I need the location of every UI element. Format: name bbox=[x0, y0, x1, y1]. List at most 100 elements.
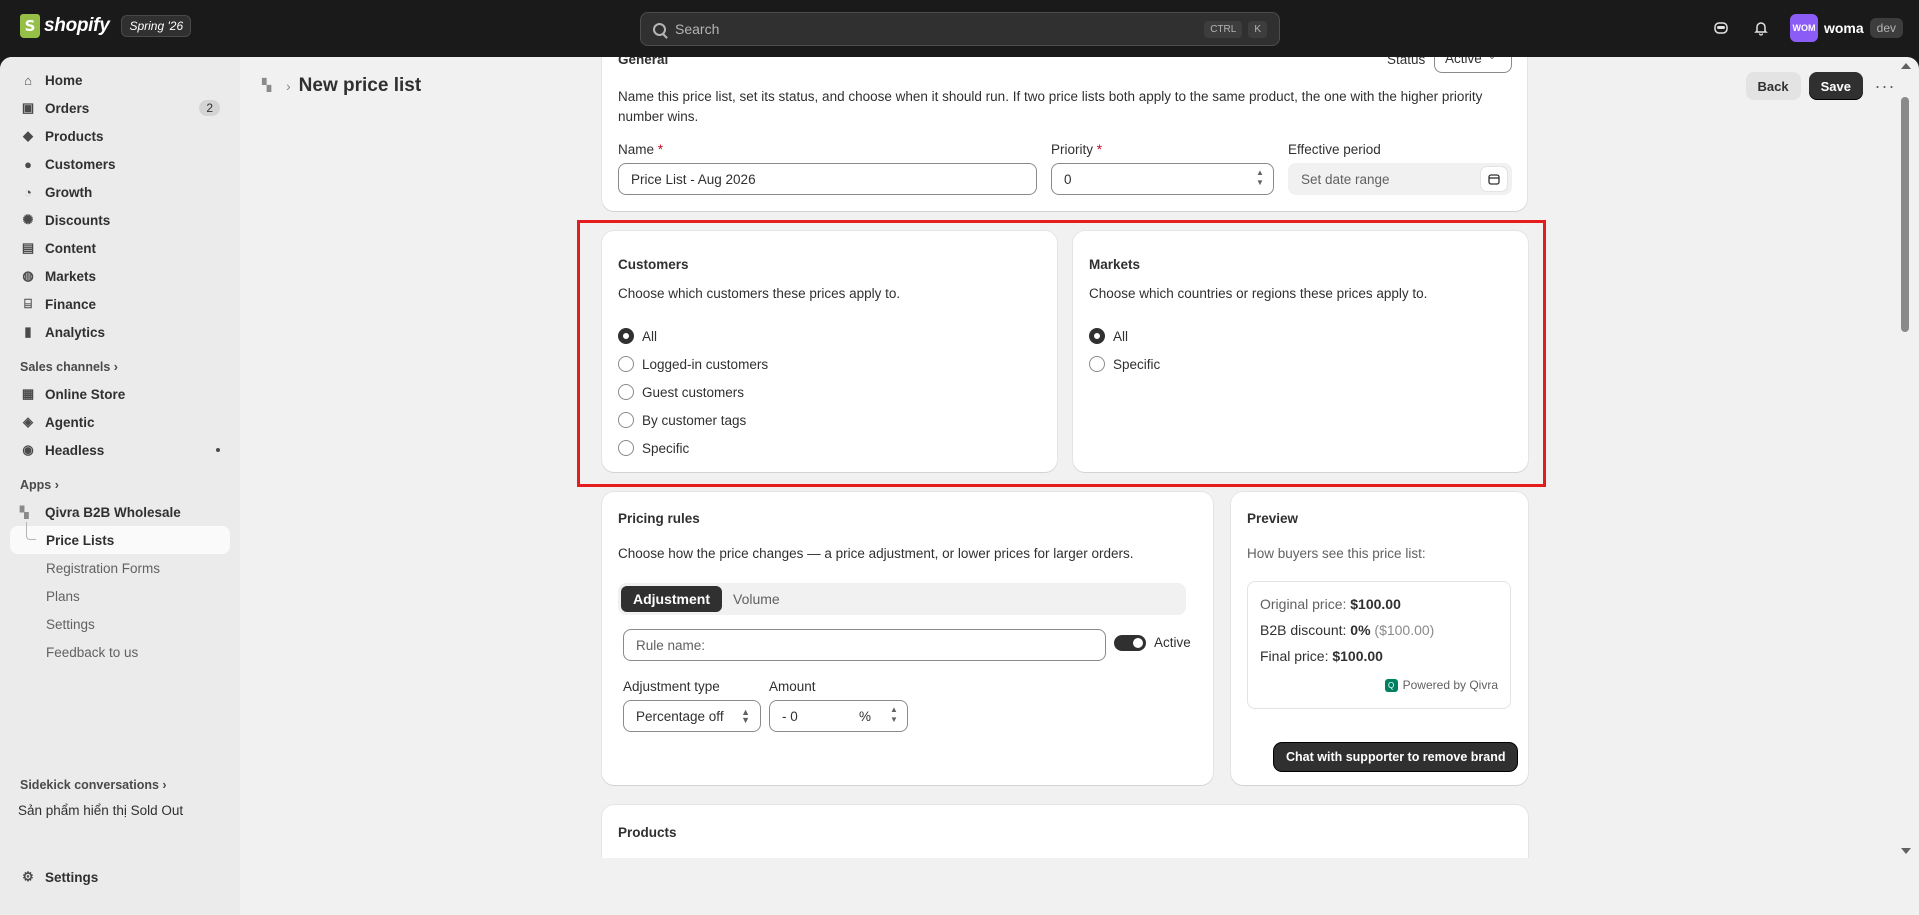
customers-radio-guest[interactable]: Guest customers bbox=[618, 384, 744, 400]
avatar: WOM bbox=[1789, 14, 1818, 42]
status-select[interactable]: Active⌄ bbox=[1434, 57, 1512, 73]
sidebar-item-markets[interactable]: ◍ Markets bbox=[10, 262, 230, 290]
sidebar-item-customers[interactable]: ● Customers bbox=[10, 150, 230, 178]
sidekick-conversation-item[interactable]: Sản phẩm hiển thị Sold Out bbox=[18, 803, 183, 818]
headless-icon: ◉ bbox=[22, 442, 34, 457]
customers-radio-all[interactable]: All bbox=[618, 328, 657, 344]
home-icon: ⌂ bbox=[24, 72, 32, 88]
kbd-k: K bbox=[1248, 20, 1267, 38]
sidekick-icon[interactable] bbox=[1710, 17, 1732, 39]
customers-title: Customers bbox=[618, 257, 689, 272]
customers-radio-logged-in[interactable]: Logged-in customers bbox=[618, 356, 768, 372]
preview-title: Preview bbox=[1247, 511, 1299, 526]
amount-label: Amount bbox=[769, 679, 816, 694]
date-range-input[interactable]: Set date range bbox=[1288, 163, 1512, 195]
chat-supporter-button[interactable]: Chat with supporter to remove brand bbox=[1274, 743, 1518, 771]
tab-volume[interactable]: Volume bbox=[721, 586, 792, 612]
original-price: Original price: $100.00 bbox=[1260, 596, 1401, 612]
sidebar: ⌂ Home ▣ Orders 2 ◆ Products ● Customers ◔ Gro… bbox=[0, 57, 240, 915]
customers-radio-tags[interactable]: By customer tags bbox=[618, 412, 746, 428]
dev-badge: dev bbox=[1869, 18, 1903, 38]
final-price: Final price: $100.00 bbox=[1260, 648, 1383, 664]
bell-icon[interactable] bbox=[1750, 17, 1772, 39]
orders-count-badge: 2 bbox=[199, 100, 220, 116]
status-label: Status bbox=[1387, 57, 1426, 67]
account-name: woma bbox=[1823, 20, 1864, 36]
scroll-up-arrow[interactable] bbox=[1901, 63, 1911, 69]
markets-card: Markets Choose which countries or region… bbox=[1073, 231, 1528, 472]
main-content: General Status Active⌄ Name this price l… bbox=[240, 57, 1892, 858]
sidebar-sub-feedback[interactable]: Feedback to us bbox=[10, 638, 230, 666]
search-bar[interactable]: Search CTRL K bbox=[640, 12, 1280, 46]
headless-dot bbox=[216, 448, 220, 452]
search-placeholder: Search bbox=[675, 21, 720, 37]
sidebar-item-online-store[interactable]: ▦ Online Store bbox=[10, 380, 230, 408]
sidebar-item-discounts[interactable]: ✺ Discounts bbox=[10, 206, 230, 234]
content-icon: ▤ bbox=[21, 240, 35, 255]
bank-icon: ⌸ bbox=[24, 296, 32, 311]
customers-radio-specific[interactable]: Specific bbox=[618, 440, 689, 456]
sidebar-item-products[interactable]: ◆ Products bbox=[10, 122, 230, 150]
sidebar-sub-settings[interactable]: Settings bbox=[10, 610, 230, 638]
sidekick-header[interactable]: Sidekick conversations › bbox=[20, 778, 167, 792]
rule-name-input[interactable]: Rule name: bbox=[623, 629, 1106, 661]
discount-icon: ✺ bbox=[22, 212, 34, 227]
sidebar-item-settings[interactable]: ⚙ Settings bbox=[10, 863, 230, 891]
sidebar-sub-plans[interactable]: Plans bbox=[10, 582, 230, 610]
account-menu[interactable]: WOM woma dev bbox=[1789, 14, 1903, 42]
sidebar-item-analytics[interactable]: ▮ Analytics bbox=[10, 318, 230, 346]
name-input[interactable]: Price List - Aug 2026 bbox=[618, 163, 1037, 195]
sidebar-item-agentic[interactable]: ◈ Agentic bbox=[10, 408, 230, 436]
scrollbar[interactable] bbox=[1892, 57, 1919, 858]
chart-icon: ▮ bbox=[24, 324, 32, 339]
sidebar-item-growth[interactable]: ◔ Growth bbox=[10, 178, 230, 206]
sidebar-sub-registration-forms[interactable]: Registration Forms bbox=[10, 554, 230, 582]
logo-text: shopify bbox=[44, 15, 110, 36]
priority-stepper[interactable]: ▲ ▼ bbox=[1253, 168, 1267, 188]
sales-channels-header[interactable]: Sales channels › bbox=[20, 360, 220, 374]
chevron-down-icon: ⌄ bbox=[1488, 57, 1496, 66]
edition-badge: Spring '26 bbox=[121, 15, 192, 37]
kbd-ctrl: CTRL bbox=[1204, 20, 1243, 38]
powered-by: Q Powered by Qivra bbox=[1384, 678, 1498, 692]
pricing-mode-tabs: Adjustment Volume bbox=[618, 583, 1186, 615]
sidebar-app-qivra[interactable]: ▚ Qivra B2B Wholesale bbox=[10, 498, 230, 526]
general-title: General bbox=[618, 57, 669, 67]
amount-input[interactable]: - 0 % ▲ ▼ bbox=[769, 700, 908, 732]
apps-header[interactable]: Apps › bbox=[20, 478, 220, 492]
name-label: Name * bbox=[618, 142, 664, 157]
gear-icon: ⚙ bbox=[22, 869, 34, 884]
sidebar-sub-price-lists[interactable]: Price Lists bbox=[10, 522, 230, 554]
priority-label: Priority * bbox=[1051, 142, 1103, 157]
app-icon: ▚ bbox=[20, 506, 29, 519]
active-toggle[interactable] bbox=[1114, 635, 1146, 651]
tab-adjustment[interactable]: Adjustment bbox=[621, 586, 722, 612]
person-icon: ● bbox=[24, 156, 32, 172]
preview-box: Original price: $100.00 B2B discount: 0%… bbox=[1247, 581, 1511, 709]
adjustment-type-select[interactable]: Percentage off ▲ ▼ bbox=[623, 700, 761, 732]
preview-description: How buyers see this price list: bbox=[1247, 546, 1426, 561]
amount-stepper[interactable]: ▲ ▼ bbox=[887, 705, 901, 725]
globe-icon: ◍ bbox=[22, 268, 34, 283]
sidebar-item-headless[interactable]: ◉ Headless bbox=[10, 436, 230, 464]
scroll-down-arrow[interactable] bbox=[1901, 848, 1911, 854]
tag-icon: ◆ bbox=[23, 128, 33, 143]
sidebar-item-orders[interactable]: ▣ Orders 2 bbox=[10, 94, 230, 122]
top-bar: S shopify Spring '26 Search CTRL K WOM w… bbox=[0, 0, 1919, 57]
pricing-title: Pricing rules bbox=[618, 511, 700, 526]
markets-radio-specific[interactable]: Specific bbox=[1089, 356, 1160, 372]
calendar-icon[interactable] bbox=[1481, 167, 1507, 191]
sidebar-item-home[interactable]: ⌂ Home bbox=[10, 66, 230, 94]
sidebar-item-finance[interactable]: ⌸ Finance bbox=[10, 290, 230, 318]
sidebar-item-content[interactable]: ▤ Content bbox=[10, 234, 230, 262]
shopify-logo[interactable]: S shopify Spring '26 bbox=[20, 14, 192, 38]
general-description: Name this price list, set its status, an… bbox=[618, 89, 1483, 124]
priority-input[interactable]: 0 ▲ ▼ bbox=[1051, 163, 1274, 195]
products-card: Products bbox=[602, 805, 1528, 858]
products-title: Products bbox=[618, 825, 677, 840]
percent-suffix: % bbox=[858, 709, 871, 724]
markets-radio-all[interactable]: All bbox=[1089, 328, 1128, 344]
shopify-bag-icon: S bbox=[20, 14, 40, 38]
scroll-thumb[interactable] bbox=[1901, 97, 1909, 332]
adjustment-type-label: Adjustment type bbox=[623, 679, 720, 694]
